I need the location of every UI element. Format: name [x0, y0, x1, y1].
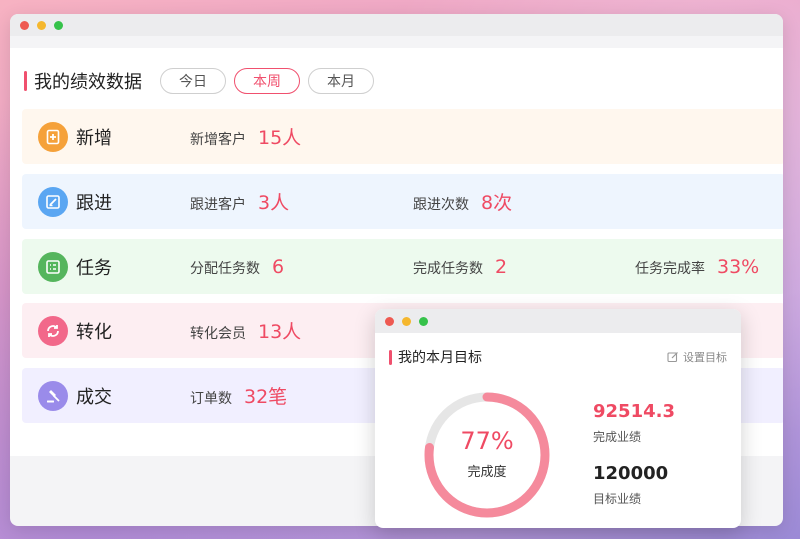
- metric: 跟进客户 3人: [190, 188, 289, 215]
- edit-icon: [667, 352, 678, 363]
- tab-this-month[interactable]: 本月: [308, 68, 374, 94]
- metric-label: 订单数: [190, 391, 232, 407]
- metric-label: 任务完成率: [635, 260, 705, 277]
- close-window-button[interactable]: [385, 316, 394, 326]
- goal-header: 我的本月目标: [389, 347, 482, 367]
- add-file-icon: [38, 121, 68, 152]
- row-tasks: 任务 分配任务数 6 完成任务数 2 任务完成率 33%: [22, 239, 783, 294]
- goal-titlebar: [375, 309, 741, 333]
- metric-label: 完成任务数: [413, 260, 483, 277]
- row-name: 跟进: [76, 192, 112, 214]
- main-titlebar: [10, 14, 783, 36]
- completion-percent: 77%: [460, 427, 514, 455]
- metric-label: 新增客户: [190, 132, 246, 148]
- gavel-icon: [38, 380, 68, 411]
- page-title: 我的绩效数据: [34, 72, 142, 93]
- edit-icon: [38, 186, 68, 217]
- metric-label: 分配任务数: [190, 260, 260, 277]
- row-name: 转化: [76, 321, 112, 343]
- maximize-window-button[interactable]: [419, 316, 428, 326]
- checklist-icon: [38, 251, 68, 282]
- metric: 订单数 32笔: [190, 382, 287, 409]
- tab-today[interactable]: 今日: [160, 68, 226, 94]
- close-window-button[interactable]: [20, 20, 29, 30]
- row-follow-up: 跟进 跟进客户 3人 跟进次数 8次: [22, 174, 783, 229]
- metric-label: 转化会员: [190, 326, 246, 342]
- monthly-goal-window: 我的本月目标 设置目标 77% 完成度 92514.3 完成业绩 120000 …: [375, 309, 741, 528]
- metric-value: 2: [495, 255, 508, 278]
- set-goal-label: 设置目标: [683, 351, 727, 364]
- completed-label: 完成业绩: [593, 430, 642, 444]
- set-goal-button[interactable]: 设置目标: [667, 349, 727, 365]
- goal-title: 我的本月目标: [398, 350, 482, 366]
- metric: 跟进次数 8次: [413, 188, 512, 215]
- metric-value: 13人: [258, 321, 302, 343]
- minimize-window-button[interactable]: [37, 20, 46, 30]
- convert-icon: [38, 315, 68, 346]
- metric: 任务完成率 33%: [635, 256, 759, 278]
- minimize-window-button[interactable]: [402, 316, 411, 326]
- metric-value: 3人: [258, 192, 290, 214]
- metric: 分配任务数 6: [190, 256, 284, 278]
- metric: 转化会员 13人: [190, 317, 301, 344]
- tab-this-week[interactable]: 本周: [234, 68, 300, 94]
- metric-label: 跟进客户: [190, 197, 246, 213]
- maximize-window-button[interactable]: [54, 20, 63, 30]
- row-name: 新增: [76, 127, 112, 149]
- completion-donut: 77% 完成度: [421, 389, 553, 521]
- metric-value: 33%: [717, 255, 760, 278]
- metric-value: 15人: [258, 127, 302, 149]
- goal-accent-bar: [389, 349, 392, 365]
- metric: 完成任务数 2: [413, 256, 507, 278]
- target-value: 120000: [593, 463, 669, 484]
- metric: 新增客户 15人: [190, 123, 301, 150]
- completion-label: 完成度: [467, 465, 507, 480]
- target-label: 目标业绩: [593, 492, 642, 506]
- row-name: 成交: [76, 386, 112, 408]
- metric-value: 32笔: [244, 386, 288, 408]
- row-new: 新增 新增客户 15人: [22, 109, 783, 164]
- completed-stat: 92514.3 完成业绩: [593, 401, 675, 445]
- target-stat: 120000 目标业绩: [593, 463, 668, 507]
- row-name: 任务: [76, 257, 112, 279]
- performance-header: 我的绩效数据 今日 本周 本月: [24, 68, 374, 94]
- metric-value: 6: [272, 255, 285, 278]
- title-accent-bar: [24, 71, 27, 91]
- completed-value: 92514.3: [593, 401, 675, 422]
- metric-label: 跟进次数: [413, 197, 469, 213]
- metric-value: 8次: [481, 192, 513, 214]
